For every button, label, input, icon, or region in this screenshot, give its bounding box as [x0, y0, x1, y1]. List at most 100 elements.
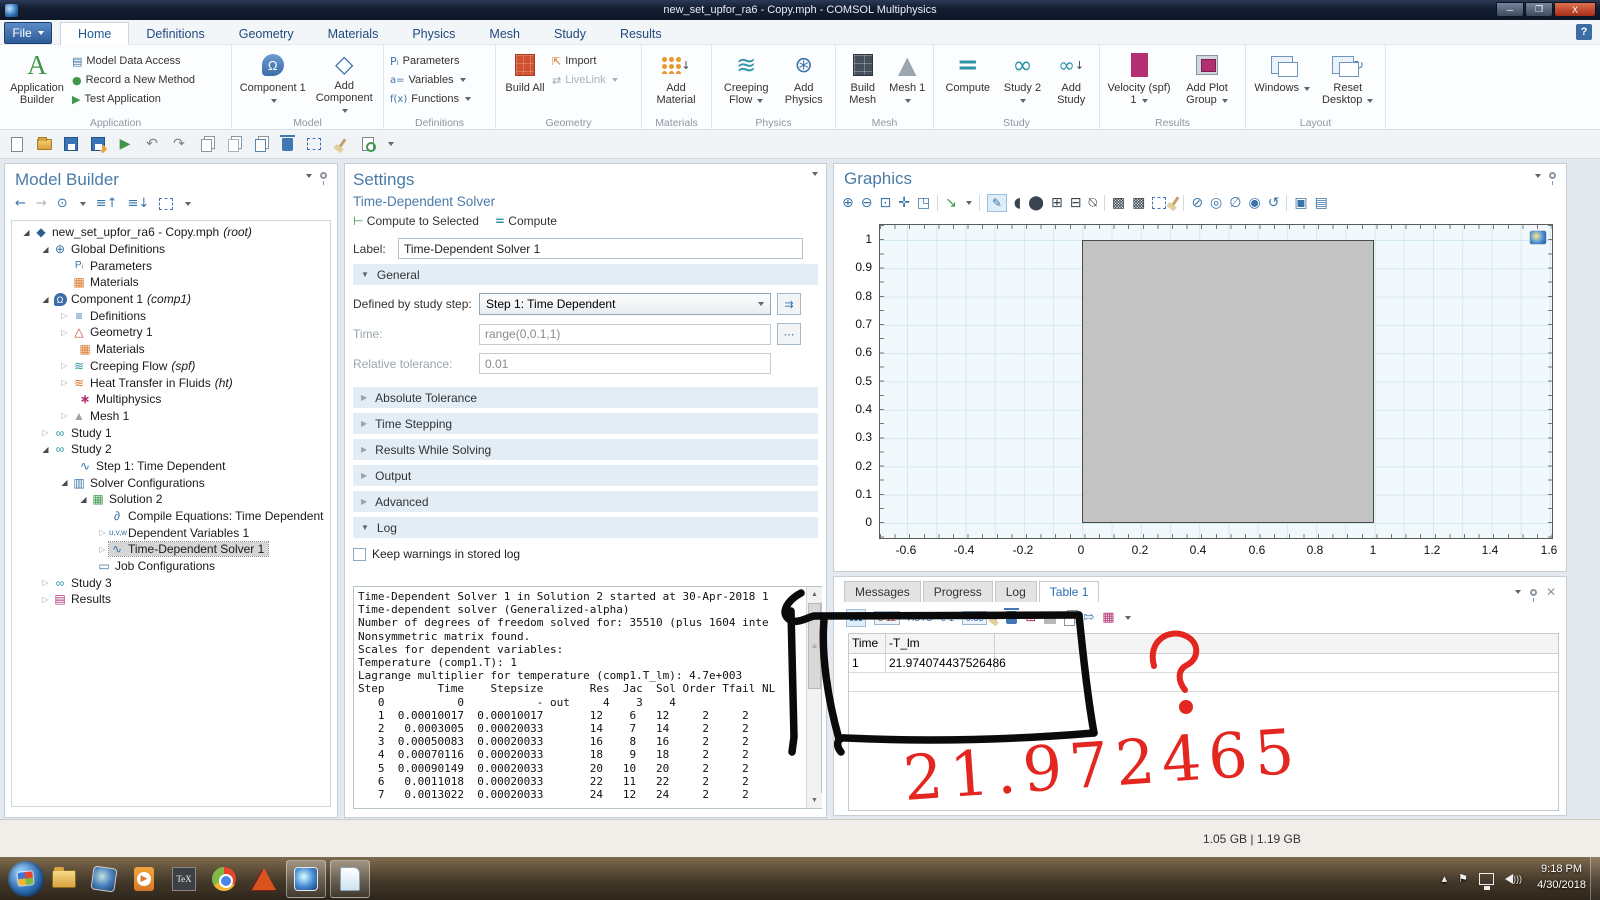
- tab-materials[interactable]: Materials: [311, 22, 396, 45]
- hide-objects-icon[interactable]: ⊘: [1191, 195, 1203, 211]
- keep-warnings-checkbox[interactable]: [353, 548, 366, 561]
- precision-button[interactable]: 8-12: [874, 611, 900, 625]
- covered-icon[interactable]: [1044, 612, 1056, 624]
- build-mesh-button[interactable]: Build Mesh: [842, 48, 883, 116]
- volume-icon[interactable]: ))): [1505, 874, 1522, 884]
- table-statistics-icon[interactable]: ▮▮▮: [846, 609, 866, 627]
- tab-home[interactable]: Home: [60, 22, 129, 45]
- scene-shape-4-icon[interactable]: ⊟: [1070, 195, 1082, 211]
- table-display-icon[interactable]: ▦: [1102, 610, 1114, 625]
- open-file-icon[interactable]: [35, 135, 53, 153]
- network-icon[interactable]: [1479, 873, 1494, 885]
- taskbar-clock[interactable]: 9:18 PM 4/30/2018: [1537, 861, 1586, 893]
- collapse-all-icon[interactable]: ≡↑: [96, 196, 118, 211]
- taskbar-matlab[interactable]: [244, 860, 284, 898]
- show-eye-icon[interactable]: ⊙: [57, 196, 68, 211]
- chevron-down-icon[interactable]: [388, 142, 394, 146]
- tree-item-parameters[interactable]: PᵢParameters: [12, 257, 330, 274]
- model-data-access-button[interactable]: ▤Model Data Access: [72, 53, 195, 69]
- taskbar-comsol-shortcut[interactable]: [84, 860, 124, 898]
- tab-results[interactable]: Results: [603, 22, 679, 45]
- compute-to-selected-button[interactable]: ⊢ Compute to Selected: [353, 214, 479, 228]
- pin-icon[interactable]: [320, 172, 327, 179]
- image-effects-icon[interactable]: ✎: [987, 194, 1007, 212]
- scroll-up-icon[interactable]: ▲: [807, 587, 822, 602]
- tree-item-multiphysics[interactable]: ∗Multiphysics: [12, 391, 330, 408]
- cell-t-lm[interactable]: 21.974074437526486: [886, 654, 995, 672]
- decimal-notation-button[interactable]: 0.85: [962, 611, 988, 625]
- time-input[interactable]: range(0,0.1,1): [479, 324, 771, 345]
- chevron-down-icon[interactable]: [185, 202, 191, 206]
- add-physics-button[interactable]: ⊛ Add Physics: [778, 48, 829, 116]
- no-symmetry-icon[interactable]: ⍉: [1088, 195, 1096, 211]
- undo-icon[interactable]: ↶: [143, 135, 161, 153]
- creeping-flow-button[interactable]: ≋ Creeping Flow: [718, 48, 774, 116]
- plot-area[interactable]: -0.6 -0.4 -0.2 0 0.2 0.4 0.6 0.8 1 1.2 1…: [834, 216, 1566, 571]
- study-2-button[interactable]: ∞ Study 2: [1000, 48, 1046, 116]
- select-block-2-icon[interactable]: ▩: [1132, 195, 1145, 211]
- copy-table-icon[interactable]: [1064, 613, 1075, 626]
- col-header-t-lm[interactable]: -T_lm: [886, 634, 995, 653]
- build-all-button[interactable]: Build All: [502, 48, 548, 116]
- tree-item-materials[interactable]: ▦Materials: [12, 341, 330, 358]
- close-panel-icon[interactable]: ✕: [1546, 585, 1556, 599]
- select-block-1-icon[interactable]: ▩: [1112, 195, 1125, 211]
- clear-table-icon[interactable]: [992, 611, 1002, 623]
- scroll-down-icon[interactable]: ▼: [807, 793, 822, 808]
- tab-mesh[interactable]: Mesh: [472, 22, 537, 45]
- tab-physics[interactable]: Physics: [395, 22, 472, 45]
- solver-log-text[interactable]: Time-Dependent Solver 1 in Solution 2 st…: [358, 590, 805, 808]
- tab-geometry[interactable]: Geometry: [222, 22, 311, 45]
- add-table-icon[interactable]: ⊞: [1025, 610, 1036, 625]
- tree-item-solver-configurations[interactable]: ◢▥Solver Configurations: [12, 474, 330, 491]
- velocity-plot-button[interactable]: Velocity (spf) 1: [1106, 48, 1172, 116]
- tree-item-materials-global[interactable]: ▦Materials: [12, 274, 330, 291]
- tree-item-geometry-1[interactable]: ▷△Geometry 1: [12, 324, 330, 341]
- livelink-button[interactable]: ⇄LiveLink: [552, 72, 618, 88]
- compute-button-small[interactable]: = Compute: [495, 214, 557, 228]
- label-field-input[interactable]: Time-Dependent Solver 1: [398, 238, 803, 259]
- new-file-icon[interactable]: [8, 135, 26, 153]
- print-icon[interactable]: ▤: [1315, 195, 1328, 211]
- record-new-method-button[interactable]: ●Record a New Method: [72, 72, 195, 88]
- tab-table-1[interactable]: Table 1: [1039, 581, 1100, 602]
- variables-button[interactable]: a=Variables: [390, 72, 471, 88]
- tree-item-study-2[interactable]: ◢∞Study 2: [12, 441, 330, 458]
- tree-item-dependent-variables[interactable]: ▷u,v,wDependent Variables 1: [12, 524, 330, 541]
- tab-progress[interactable]: Progress: [923, 581, 993, 602]
- show-desktop-button[interactable]: [1590, 857, 1600, 900]
- forward-icon[interactable]: →: [36, 196, 47, 211]
- section-time-stepping[interactable]: ▶Time Stepping: [353, 413, 818, 434]
- tree-item-results[interactable]: ▷▤Results: [12, 591, 330, 608]
- export-table-icon[interactable]: ⇰: [1083, 610, 1094, 625]
- application-builder-button[interactable]: A Application Builder: [6, 48, 68, 116]
- taskbar-texmaker[interactable]: TeX: [164, 860, 204, 898]
- log-scrollbar[interactable]: ▲ ≡ ▼: [806, 587, 821, 808]
- scene-shape-3-icon[interactable]: ⊞: [1051, 195, 1063, 211]
- zoom-extents-icon[interactable]: ✛: [898, 195, 910, 211]
- expand-all-icon[interactable]: ≡↓: [128, 196, 150, 211]
- tray-expand-icon[interactable]: ▴: [1442, 872, 1448, 885]
- axis-orientation-icon[interactable]: ↘: [945, 195, 957, 211]
- mesh-1-button[interactable]: ▲ Mesh 1: [887, 48, 927, 116]
- tree-item-job-configurations[interactable]: ▭Job Configurations: [12, 558, 330, 575]
- tab-study[interactable]: Study: [537, 22, 603, 45]
- panel-menu-icon[interactable]: [1515, 590, 1521, 594]
- add-plot-group-button[interactable]: Add Plot Group: [1176, 48, 1238, 116]
- delete-table-icon[interactable]: [1006, 611, 1017, 624]
- geometry-rectangle[interactable]: [1082, 240, 1374, 523]
- functions-button[interactable]: f(x)Functions: [390, 91, 471, 107]
- add-material-button[interactable]: ↓ Add Material: [648, 48, 704, 116]
- minimize-button[interactable]: ─: [1496, 2, 1524, 17]
- pin-icon[interactable]: [1549, 172, 1556, 179]
- auto-notation-button[interactable]: AUTO: [908, 613, 933, 623]
- scroll-thumb[interactable]: ≡: [808, 603, 821, 689]
- relative-tolerance-input[interactable]: 0.01: [479, 353, 771, 374]
- component-1-button[interactable]: Ω Component 1: [238, 48, 307, 116]
- tree-item-creeping-flow[interactable]: ▷≋Creeping Flow(spf): [12, 358, 330, 375]
- tree-item-step-1-time-dependent[interactable]: ∿Step 1: Time Dependent: [12, 458, 330, 475]
- section-log[interactable]: ▼Log: [353, 517, 818, 538]
- chevron-down-icon[interactable]: [966, 201, 972, 205]
- add-study-button[interactable]: ∞↓ Add Study: [1049, 48, 1093, 116]
- taskbar-notepad-running[interactable]: [330, 860, 370, 898]
